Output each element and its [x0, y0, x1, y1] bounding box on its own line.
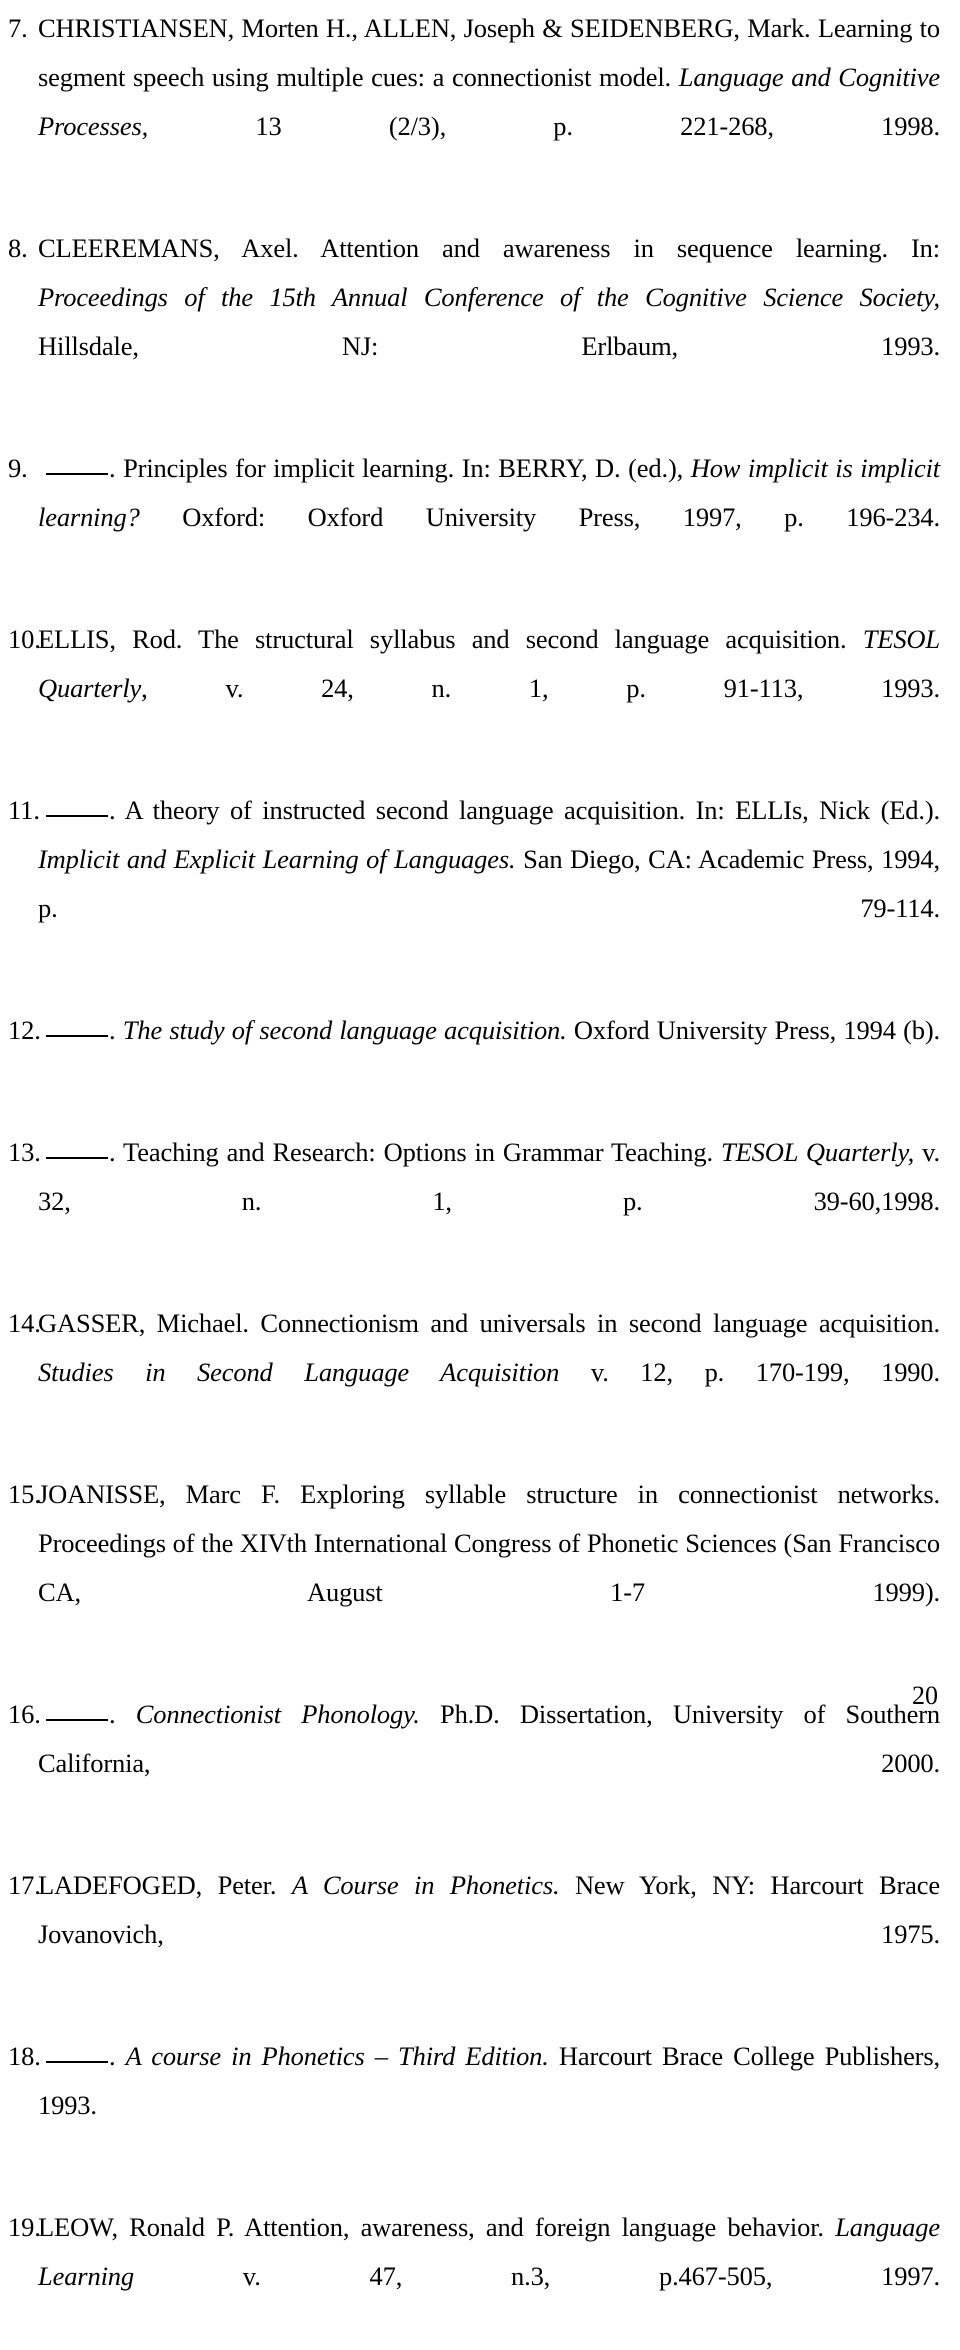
reference-text-segment: LEOW, Ronald P. Attention, awareness, an… [38, 2212, 836, 2242]
reference-entry: 16.. Connectionist Phonology. Ph.D. Diss… [8, 1690, 940, 1837]
reference-text-segment: . Teaching and Research: Options in Gram… [109, 1137, 722, 1167]
reference-entry: 11. . A theory of instructed second langu… [8, 786, 940, 982]
reference-text-segment: . Principles for implicit learning. In: … [109, 453, 691, 483]
reference-text-segment: Hillsdale, NJ: Erlbaum, 1993. [38, 331, 940, 361]
reference-text-segment: . [109, 1699, 136, 1729]
repeated-author-rule-icon [46, 1035, 108, 1037]
repeated-author-rule-icon [46, 473, 108, 475]
reference-number: 8. [8, 233, 28, 263]
reference-entry: 12.. The study of second language acquis… [8, 1006, 940, 1104]
reference-text-segment: Oxford University Press, 1994 (b). [566, 1015, 940, 1045]
reference-text: CHRISTIANSEN, Morten H., ALLEN, Joseph &… [38, 4, 940, 200]
reference-text-segment: . [109, 2041, 126, 2071]
reference-text-segment: . [109, 1015, 123, 1045]
reference-number: 13. [8, 1137, 41, 1167]
reference-text: . A course in Phonetics – Third Edition.… [38, 2032, 940, 2179]
reference-text-segment: LADEFOGED, Peter. [38, 1870, 292, 1900]
reference-number: 17. [8, 1870, 41, 1900]
reference-title-italic: Studies in Second Language Acquisition [38, 1357, 560, 1387]
reference-text: JOANISSE, Marc F. Exploring syllable str… [38, 1470, 940, 1666]
reference-number: 9. [8, 453, 28, 483]
reference-title-italic: The study of second language acquisition… [122, 1015, 567, 1045]
reference-text-segment: . A theory of instructed second language… [109, 795, 940, 825]
reference-entry: 14. GASSER, Michael. Connectionism and un… [8, 1299, 940, 1446]
reference-number: 14. [8, 1308, 41, 1338]
reference-number: 7. [8, 13, 28, 43]
repeated-author-rule-icon [46, 1157, 108, 1159]
reference-number: 18. [8, 2041, 41, 2071]
reference-title-italic: Implicit and Explicit Learning of Langua… [38, 844, 516, 874]
repeated-author-rule-icon [46, 2061, 108, 2063]
reference-number: 12. [8, 1015, 41, 1045]
reference-text-segment: CLEEREMANS, Axel. Attention and awarenes… [38, 233, 940, 263]
reference-list: 7. CHRISTIANSEN, Morten H., ALLEN, Joseph… [8, 4, 940, 2350]
reference-number: 19. [8, 2212, 41, 2242]
reference-entry: 15. JOANISSE, Marc F. Exploring syllable … [8, 1470, 940, 1666]
reference-title-italic: TESOL Quarterly, [721, 1137, 915, 1167]
reference-text: CLEEREMANS, Axel. Attention and awarenes… [38, 224, 940, 420]
reference-entry: 7. CHRISTIANSEN, Morten H., ALLEN, Joseph… [8, 4, 940, 200]
reference-text-segment: Oxford: Oxford University Press, 1997, p… [139, 502, 940, 532]
reference-entry: 9. . Principles for implicit learning. In… [8, 444, 940, 591]
reference-text: . A theory of instructed second language… [38, 786, 940, 982]
reference-text: ELLIS, Rod. The structural syllabus and … [38, 615, 940, 762]
reference-title-italic: A course in Phonetics – Third Edition. [125, 2041, 549, 2071]
reference-text: . Teaching and Research: Options in Gram… [38, 1128, 940, 1275]
document-page: 7. CHRISTIANSEN, Morten H., ALLEN, Joseph… [0, 0, 960, 2291]
reference-entry: 17. LADEFOGED, Peter. A Course in Phoneti… [8, 1861, 940, 2008]
reference-entry: 8. CLEEREMANS, Axel. Attention and awaren… [8, 224, 940, 420]
reference-number: 15. [8, 1479, 41, 1509]
reference-text-segment: ELLIS, Rod. The structural syllabus and … [38, 624, 863, 654]
reference-text-segment: v. 12, p. 170-199, 1990. [559, 1357, 940, 1387]
reference-entry: 13. . Teaching and Research: Options in G… [8, 1128, 940, 1275]
reference-number: 10. [8, 624, 41, 654]
reference-text: . Principles for implicit learning. In: … [38, 444, 940, 591]
reference-entry: 19. LEOW, Ronald P. Attention, awareness,… [8, 2203, 940, 2350]
reference-number: 11. [8, 795, 40, 825]
reference-text: . The study of second language acquisiti… [38, 1006, 940, 1104]
reference-text: LEOW, Ronald P. Attention, awareness, an… [38, 2203, 940, 2350]
reference-text-segment: JOANISSE, Marc F. Exploring syllable str… [38, 1479, 940, 1607]
reference-text-segment: GASSER, Michael. Connectionism and unive… [38, 1308, 940, 1338]
reference-entry: 18.. A course in Phonetics – Third Editi… [8, 2032, 940, 2179]
page-number: 20 [912, 1681, 938, 1710]
reference-entry: 10. ELLIS, Rod. The structural syllabus a… [8, 615, 940, 762]
reference-text: GASSER, Michael. Connectionism and unive… [38, 1299, 940, 1446]
reference-title-italic: Connectionist Phonology. [135, 1699, 420, 1729]
reference-title-italic: A Course in Phonetics. [291, 1870, 560, 1900]
repeated-author-rule-icon [46, 815, 108, 817]
reference-text: LADEFOGED, Peter. A Course in Phonetics.… [38, 1861, 940, 2008]
reference-text: . Connectionist Phonology. Ph.D. Dissert… [38, 1690, 940, 1837]
reference-number: 16. [8, 1699, 41, 1729]
reference-text-segment: , v. 24, n. 1, p. 91-113, 1993. [141, 673, 940, 703]
reference-text-segment: v. 47, n.3, p.467-505, 1997. [133, 2261, 940, 2291]
reference-title-italic: Proceedings of the 15th Annual Conferenc… [38, 282, 940, 312]
reference-text-segment: 13 (2/3), p. 221-268, 1998. [148, 111, 940, 141]
